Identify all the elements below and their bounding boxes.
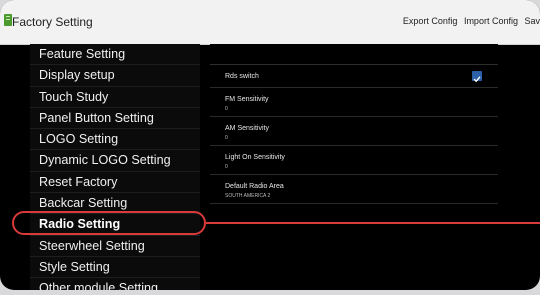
radio-settings-panel: Rds switch FM Sensitivity 0 AM Sensitivi… — [210, 44, 498, 290]
device-screen: Factory Setting Export Config Import Con… — [0, 0, 540, 290]
light-on-sensitivity-value: 0 — [225, 164, 228, 170]
rds-switch-row[interactable]: Rds switch — [210, 65, 498, 88]
import-config-button[interactable]: Import Config — [464, 16, 518, 26]
menu-item-steerwheel-setting[interactable]: Steerwheel Setting — [30, 236, 200, 257]
title-bar: Factory Setting Export Config Import Con… — [0, 0, 540, 45]
menu-item-feature-setting[interactable]: Feature Setting — [30, 44, 200, 66]
fm-sensitivity-label: FM Sensitivity — [225, 96, 269, 103]
settings-menu: Feature Setting Display setup Touch Stud… — [30, 44, 200, 290]
save-button[interactable]: Sav — [524, 16, 540, 26]
title-actions: Export Config Import Config Sav — [399, 16, 540, 26]
am-sensitivity-value: 0 — [225, 135, 228, 141]
am-sensitivity-label: AM Sensitivity — [225, 125, 269, 132]
menu-item-reset-factory[interactable]: Reset Factory — [30, 172, 200, 194]
menu-item-panel-button-setting[interactable]: Panel Button Setting — [30, 108, 200, 130]
default-radio-area-row[interactable]: Default Radio Area SOUTH AMERICA 2 — [210, 175, 498, 204]
rds-switch-checkbox[interactable] — [472, 71, 482, 83]
menu-item-dynamic-logo-setting[interactable]: Dynamic LOGO Setting — [30, 150, 200, 172]
page-title: Factory Setting — [12, 15, 93, 29]
default-radio-area-label: Default Radio Area — [225, 183, 284, 190]
export-config-button[interactable]: Export Config — [403, 16, 458, 26]
menu-item-radio-setting[interactable]: Radio Setting — [30, 214, 200, 236]
am-sensitivity-row[interactable]: AM Sensitivity 0 — [210, 117, 498, 146]
menu-item-logo-setting[interactable]: LOGO Setting — [30, 129, 200, 151]
check-icon — [473, 76, 481, 83]
fm-sensitivity-row[interactable]: FM Sensitivity 0 — [210, 88, 498, 117]
menu-item-display-setup[interactable]: Display setup — [30, 65, 200, 87]
rds-switch-label: Rds switch — [225, 73, 259, 80]
menu-item-other-module-setting[interactable]: Other module Setting — [30, 278, 200, 290]
highlight-pointer-line — [206, 222, 540, 224]
light-on-sensitivity-label: Light On Sensitivity — [225, 154, 285, 161]
light-on-sensitivity-row[interactable]: Light On Sensitivity 0 — [210, 146, 498, 175]
fm-sensitivity-value: 0 — [225, 106, 228, 112]
menu-item-style-setting[interactable]: Style Setting — [30, 257, 200, 279]
menu-item-backcar-setting[interactable]: Backcar Setting — [30, 193, 200, 215]
app-icon — [4, 14, 12, 26]
default-radio-area-value: SOUTH AMERICA 2 — [225, 193, 271, 199]
menu-item-touch-study[interactable]: Touch Study — [30, 87, 200, 108]
